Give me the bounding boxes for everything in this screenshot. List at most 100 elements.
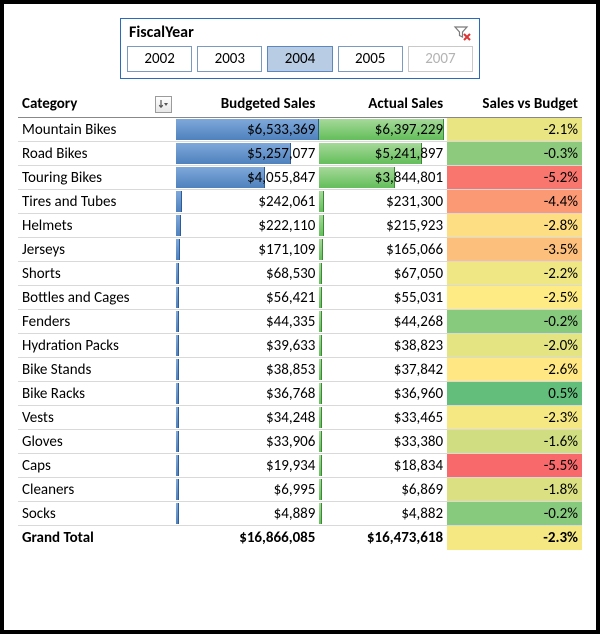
cell-value: $55,031 — [394, 289, 443, 307]
cell-variance[interactable]: 0.5% — [447, 382, 582, 406]
slicer-item-label: 2002 — [144, 50, 174, 68]
cell-category[interactable]: Tires and Tubes — [18, 190, 176, 214]
slicer-item-2002[interactable]: 2002 — [127, 46, 192, 72]
slicer-item-2007[interactable]: 2007 — [408, 46, 473, 72]
cell-value: $34,248 — [266, 409, 315, 427]
table-row: Hydration Packs$39,633 $38,823-2.0% — [18, 334, 582, 358]
cell-variance[interactable]: -2.5% — [447, 286, 582, 310]
cell-variance[interactable]: -2.6% — [447, 358, 582, 382]
cell-budgeted[interactable]: $39,633 — [176, 334, 319, 358]
clear-filter-icon[interactable] — [453, 24, 471, 42]
cell-budgeted[interactable]: $19,934 — [176, 454, 319, 478]
databar — [319, 311, 322, 332]
col-header-category[interactable]: Category — [18, 93, 176, 118]
cell-variance[interactable]: -0.2% — [447, 310, 582, 334]
cell-variance[interactable]: -2.8% — [447, 214, 582, 238]
cell-variance[interactable]: -2.3% — [447, 406, 582, 430]
cell-variance[interactable]: -0.3% — [447, 142, 582, 166]
cell-actual[interactable]: $5,241,897 — [319, 142, 447, 166]
cell-category[interactable]: Jerseys — [18, 238, 176, 262]
table-row: Tires and Tubes$242,061$231,300-4.4% — [18, 190, 582, 214]
table-row: Socks$4,889 $4,882-0.2% — [18, 502, 582, 526]
cell-actual[interactable]: $33,465 — [319, 406, 447, 430]
cell-variance[interactable]: -5.5% — [447, 454, 582, 478]
grand-total-budgeted: $16,866,085 — [176, 526, 319, 550]
cell-variance[interactable]: -3.5% — [447, 238, 582, 262]
slicer-item-label: 2003 — [215, 50, 245, 68]
cell-variance[interactable]: -1.8% — [447, 478, 582, 502]
cell-category[interactable]: Cleaners — [18, 478, 176, 502]
cell-category[interactable]: Road Bikes — [18, 142, 176, 166]
cell-actual[interactable]: $165,066 — [319, 238, 447, 262]
cell-variance[interactable]: -5.2% — [447, 166, 582, 190]
cell-category[interactable]: Touring Bikes — [18, 166, 176, 190]
cell-budgeted[interactable]: $38,853 — [176, 358, 319, 382]
databar — [176, 311, 179, 332]
databar — [176, 191, 181, 212]
cell-actual[interactable]: $33,380 — [319, 430, 447, 454]
cell-budgeted[interactable]: $34,248 — [176, 406, 319, 430]
cell-actual[interactable]: $36,960 — [319, 382, 447, 406]
cell-budgeted[interactable]: $242,061 — [176, 190, 319, 214]
grand-total-variance: -2.3% — [447, 526, 582, 550]
cell-actual[interactable]: $37,842 — [319, 358, 447, 382]
cell-budgeted[interactable]: $5,257,077 — [176, 142, 319, 166]
cell-actual[interactable]: $3,844,801 — [319, 166, 447, 190]
cell-category[interactable]: Helmets — [18, 214, 176, 238]
category-sort-dropdown[interactable] — [155, 96, 172, 113]
cell-actual[interactable]: $215,923 — [319, 214, 447, 238]
slicer-item-2005[interactable]: 2005 — [338, 46, 403, 72]
cell-category[interactable]: Shorts — [18, 262, 176, 286]
cell-budgeted[interactable]: $4,055,847 — [176, 166, 319, 190]
cell-variance[interactable]: -1.6% — [447, 430, 582, 454]
cell-value: $38,823 — [394, 337, 443, 355]
pivot-table: Category Budgeted Sales Actual Sales Sal… — [18, 93, 582, 550]
cell-category[interactable]: Bike Stands — [18, 358, 176, 382]
cell-category[interactable]: Gloves — [18, 430, 176, 454]
cell-budgeted[interactable]: $6,533,369 — [176, 118, 319, 142]
cell-variance[interactable]: -2.0% — [447, 334, 582, 358]
cell-budgeted[interactable]: $171,109 — [176, 238, 319, 262]
slicer-item-2003[interactable]: 2003 — [197, 46, 262, 72]
cell-value: $36,768 — [266, 385, 315, 403]
cell-budgeted[interactable]: $56,421 — [176, 286, 319, 310]
col-header-actual[interactable]: Actual Sales — [319, 93, 447, 118]
databar — [176, 503, 179, 524]
cell-budgeted[interactable]: $33,906 — [176, 430, 319, 454]
col-header-budgeted[interactable]: Budgeted Sales — [176, 93, 319, 118]
cell-actual[interactable]: $55,031 — [319, 286, 447, 310]
table-row: Vests $34,248$33,465-2.3% — [18, 406, 582, 430]
cell-actual[interactable]: $4,882 — [319, 502, 447, 526]
cell-category[interactable]: Hydration Packs — [18, 334, 176, 358]
cell-actual[interactable]: $6,397,229 — [319, 118, 447, 142]
cell-variance[interactable]: -0.2% — [447, 502, 582, 526]
cell-category[interactable]: Socks — [18, 502, 176, 526]
cell-variance[interactable]: -4.4% — [447, 190, 582, 214]
cell-variance[interactable]: -2.1% — [447, 118, 582, 142]
col-header-variance[interactable]: Sales vs Budget — [447, 93, 582, 118]
cell-category[interactable]: Bottles and Cages — [18, 286, 176, 310]
databar — [176, 479, 179, 500]
cell-budgeted[interactable]: $222,110 — [176, 214, 319, 238]
cell-category[interactable]: Caps — [18, 454, 176, 478]
cell-variance[interactable]: -2.2% — [447, 262, 582, 286]
cell-budgeted[interactable]: $36,768 — [176, 382, 319, 406]
cell-category[interactable]: Vests — [18, 406, 176, 430]
cell-category[interactable]: Fenders — [18, 310, 176, 334]
cell-budgeted[interactable]: $44,335 — [176, 310, 319, 334]
cell-actual[interactable]: $6,869 — [319, 478, 447, 502]
cell-actual[interactable]: $231,300 — [319, 190, 447, 214]
cell-budgeted[interactable]: $4,889 — [176, 502, 319, 526]
cell-actual[interactable]: $18,834 — [319, 454, 447, 478]
cell-actual[interactable]: $38,823 — [319, 334, 447, 358]
cell-actual[interactable]: $67,050 — [319, 262, 447, 286]
cell-value: $4,882 — [401, 505, 443, 523]
slicer-item-2004[interactable]: 2004 — [267, 46, 332, 72]
cell-actual[interactable]: $44,268 — [319, 310, 447, 334]
cell-category[interactable]: Mountain Bikes — [18, 118, 176, 142]
cell-category[interactable]: Bike Racks — [18, 382, 176, 406]
table-row: Road Bikes$5,257,077$5,241,897-0.3% — [18, 142, 582, 166]
databar — [319, 335, 322, 356]
cell-budgeted[interactable]: $68,530 — [176, 262, 319, 286]
cell-budgeted[interactable]: $6,995 — [176, 478, 319, 502]
